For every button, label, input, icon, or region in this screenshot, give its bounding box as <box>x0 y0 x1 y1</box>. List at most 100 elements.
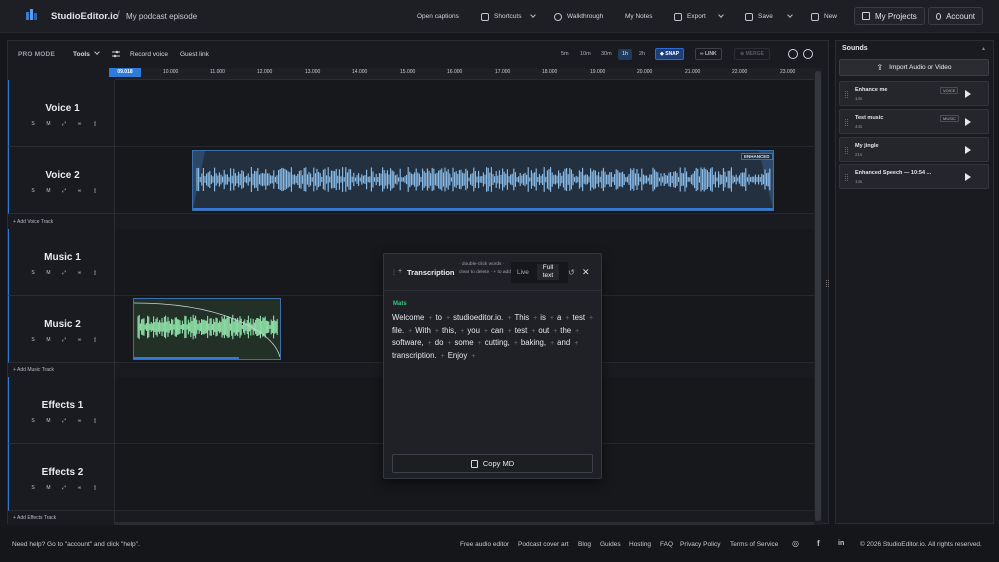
facebook-icon[interactable]: f <box>817 539 820 548</box>
footer-link[interactable]: Terms of Service <box>730 541 778 548</box>
mute-button[interactable]: M <box>45 337 53 343</box>
play-icon[interactable] <box>965 90 971 98</box>
track-name[interactable]: Music 2 <box>9 319 116 330</box>
insert-word-icon[interactable]: + <box>531 328 535 335</box>
insert-word-icon[interactable]: + <box>507 315 511 322</box>
transcript-word[interactable]: you <box>467 325 480 337</box>
logo-icon[interactable] <box>25 9 39 21</box>
transcript-word[interactable]: test <box>515 325 528 337</box>
zoom-5m-button[interactable]: 5m <box>557 49 573 60</box>
footer-link[interactable]: Hosting <box>629 541 651 548</box>
trash-icon[interactable]: ▯ <box>91 418 99 424</box>
solo-button[interactable]: S <box>29 188 37 194</box>
transcript-word[interactable]: do <box>435 337 444 349</box>
my-projects-button[interactable]: My Projects <box>854 7 925 25</box>
shortcuts-button[interactable]: Shortcuts <box>481 10 537 23</box>
transcript-word[interactable]: out <box>538 325 549 337</box>
zoom-10m-button[interactable]: 10m <box>576 49 595 60</box>
track-header-music-1[interactable]: Music 1 S M ⤢ ∞ ▯ <box>8 229 115 296</box>
insert-word-icon[interactable]: + <box>460 328 464 335</box>
export-button[interactable]: Export <box>674 10 724 23</box>
insert-word-icon[interactable]: + <box>533 315 537 322</box>
add-icon[interactable]: + <box>398 268 402 275</box>
undo-icon[interactable]: ↺ <box>568 268 575 277</box>
open-captions-button[interactable]: Open captions <box>417 10 459 23</box>
add-voice-track-button[interactable]: + Add Voice Track <box>13 216 53 229</box>
copy-md-button[interactable]: Copy MD <box>392 454 593 473</box>
drag-handle-icon[interactable] <box>845 174 848 181</box>
track-lane-voice-1[interactable] <box>115 80 814 147</box>
play-icon[interactable] <box>965 173 971 181</box>
record-voice-button[interactable]: Record voice <box>130 51 168 58</box>
insert-word-icon[interactable]: + <box>471 353 475 360</box>
mute-button[interactable]: M <box>45 270 53 276</box>
transcript-word[interactable]: test <box>572 312 585 324</box>
live-tab[interactable]: Live <box>517 269 529 276</box>
zoom-30m-button[interactable]: 30m <box>597 49 616 60</box>
insert-word-icon[interactable]: + <box>447 340 451 347</box>
link-icon[interactable]: ∞ <box>76 270 84 276</box>
music-clip[interactable] <box>133 298 281 360</box>
link-icon[interactable]: ∞ <box>76 188 84 194</box>
zoom-1h-button[interactable]: 1h <box>618 49 633 60</box>
sound-item[interactable]: Enhance me 14s VOICE <box>839 81 989 106</box>
transcript-word[interactable]: transcription. <box>392 350 437 362</box>
transcript-word[interactable]: to <box>435 312 442 324</box>
import-audio-button[interactable]: ⇪ Import Audio or Video <box>839 59 989 76</box>
track-header-voice-1[interactable]: Voice 1 S M ⤢ ∞ ▯ <box>8 80 115 147</box>
sound-item[interactable]: Test music 44s MUSIC <box>839 109 989 134</box>
add-music-track-button[interactable]: + Add Music Track <box>13 364 54 377</box>
my-notes-button[interactable]: My Notes <box>625 10 652 23</box>
brand-name[interactable]: StudioEditor.io <box>51 11 119 22</box>
linkedin-icon[interactable]: in <box>838 540 844 547</box>
transcript-word[interactable]: is <box>540 312 546 324</box>
insert-word-icon[interactable]: + <box>550 340 554 347</box>
voice-clip[interactable]: ENHANCED <box>192 150 774 211</box>
footer-link[interactable]: Privacy Policy <box>680 541 720 548</box>
insert-word-icon[interactable]: + <box>428 315 432 322</box>
link-icon[interactable]: ∞ <box>76 418 84 424</box>
link-icon[interactable]: ∞ <box>76 485 84 491</box>
expand-icon[interactable]: ⤢ <box>60 485 68 491</box>
track-header-voice-2[interactable]: Voice 2 S M ⤢ ∞ ▯ <box>8 147 115 214</box>
solo-button[interactable]: S <box>29 337 37 343</box>
drag-handle-icon[interactable]: ⋮ <box>391 269 397 276</box>
tools-dropdown[interactable]: Tools <box>73 49 100 58</box>
transcript-word[interactable]: can <box>491 325 504 337</box>
transcript-text[interactable]: Welcome + to + studioeditor.io. + This + is + a + te… <box>392 312 597 362</box>
footer-link[interactable]: FAQ <box>660 541 673 548</box>
play-icon[interactable] <box>965 118 971 126</box>
save-button[interactable]: Save <box>745 10 793 23</box>
solo-button[interactable]: S <box>29 418 37 424</box>
link-icon[interactable]: ∞ <box>76 121 84 127</box>
track-name[interactable]: Voice 1 <box>9 103 116 114</box>
insert-word-icon[interactable]: + <box>550 315 554 322</box>
transcript-word[interactable]: Enjoy <box>448 350 468 362</box>
drag-handle-icon[interactable] <box>845 147 848 154</box>
vertical-scrollbar[interactable] <box>814 68 822 525</box>
insert-word-icon[interactable]: + <box>514 340 518 347</box>
add-effects-track-button[interactable]: + Add Effects Track <box>13 512 56 525</box>
zoom-in-icon[interactable] <box>803 49 813 59</box>
project-title[interactable]: My podcast episode <box>126 12 197 21</box>
footer-link[interactable]: Podcast cover art <box>518 541 569 548</box>
instagram-icon[interactable]: ◎ <box>792 539 799 548</box>
insert-word-icon[interactable]: + <box>508 328 512 335</box>
expand-icon[interactable]: ⤢ <box>60 121 68 127</box>
track-name[interactable]: Effects 2 <box>9 467 116 478</box>
panel-resize-handle[interactable] <box>826 280 829 287</box>
merge-button[interactable]: ⊕ MERGE <box>734 48 770 60</box>
transcript-word[interactable]: this, <box>442 325 456 337</box>
mute-button[interactable]: M <box>45 418 53 424</box>
transcript-word[interactable]: file. <box>392 325 404 337</box>
new-button[interactable]: New <box>811 10 837 23</box>
solo-button[interactable]: S <box>29 270 37 276</box>
transcript-word[interactable]: Welcome <box>392 312 424 324</box>
transcript-word[interactable]: cutting, <box>485 337 510 349</box>
footer-link[interactable]: Guides <box>600 541 621 548</box>
insert-word-icon[interactable]: + <box>408 328 412 335</box>
insert-word-icon[interactable]: + <box>428 340 432 347</box>
mute-button[interactable]: M <box>45 485 53 491</box>
expand-icon[interactable]: ⤢ <box>60 418 68 424</box>
transcript-word[interactable]: This <box>514 312 529 324</box>
